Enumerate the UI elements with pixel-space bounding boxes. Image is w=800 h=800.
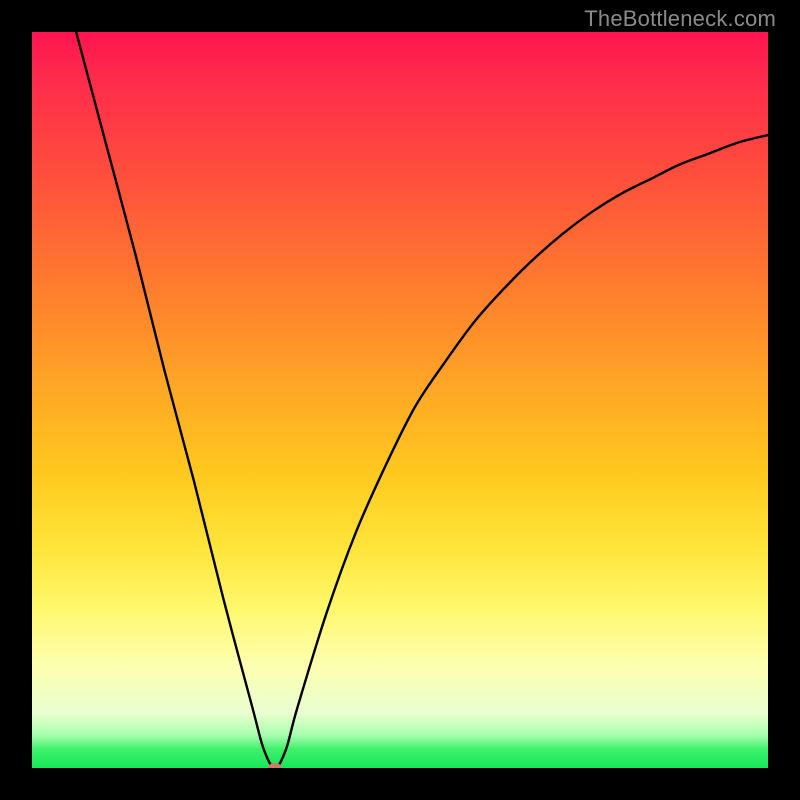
bottleneck-curve-path: [76, 32, 768, 768]
watermark-label: TheBottleneck.com: [584, 6, 776, 32]
plot-area: [32, 32, 768, 768]
bottleneck-curve-svg: [32, 32, 768, 768]
chart-frame: TheBottleneck.com: [0, 0, 800, 800]
